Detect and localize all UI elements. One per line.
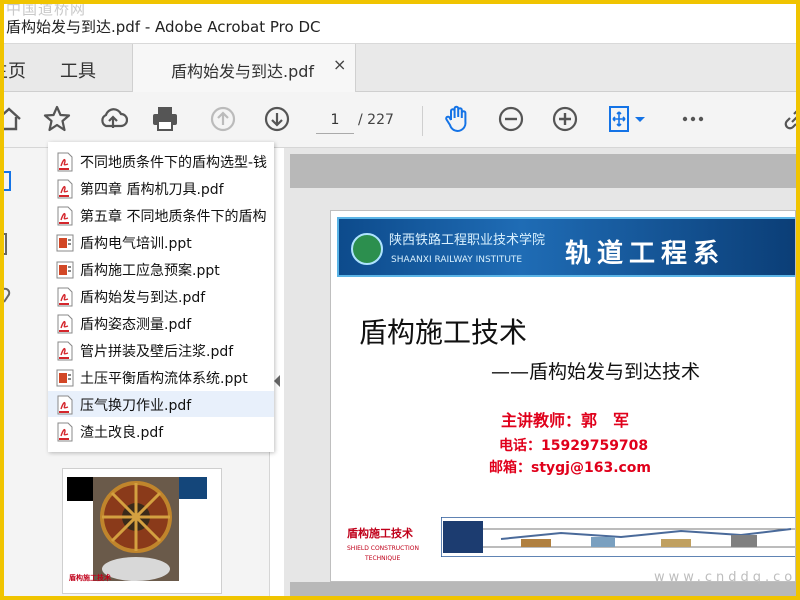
slide-title: 盾构施工技术	[359, 316, 528, 349]
slide-footer: 盾构施工技术 SHIELD CONSTRUCTION TECHNIQUE	[337, 525, 441, 579]
home-icon[interactable]	[4, 104, 24, 134]
tab-bar: 主页 工具 盾构始发与到达.pdf ×	[4, 44, 796, 92]
page-thumbnails-icon[interactable]	[4, 170, 14, 194]
banner-school-name: 陕西铁路工程职业技术学院	[389, 233, 546, 248]
file-name: 不同地质条件下的盾构选型-钱	[80, 155, 268, 171]
slide-email: 邮箱：stygj@163.com	[489, 460, 652, 476]
banner-department: 轨道工程系	[565, 239, 726, 269]
file-list-item[interactable]: 渣土改良.pdf	[48, 418, 274, 444]
file-list-item[interactable]: 第四章 盾构机刀具.pdf	[48, 175, 274, 201]
left-navigation-bar	[4, 148, 44, 596]
file-list-item[interactable]: 盾构电气培训.ppt	[48, 229, 274, 255]
file-list-item[interactable]: 盾构始发与到达.pdf	[48, 283, 274, 309]
title-bar: 盾构始发与到达.pdf - Adobe Acrobat Pro DC	[4, 4, 796, 44]
pdf-file-icon	[57, 395, 73, 415]
tab-document[interactable]: 盾构始发与到达.pdf ×	[132, 44, 356, 92]
file-list-item[interactable]: 管片拼装及壁后注浆.pdf	[48, 337, 274, 363]
footer-english-line2: TECHNIQUE	[365, 555, 401, 562]
thumbnail-caption: 盾构施工技术	[69, 574, 111, 582]
tab-home[interactable]: 主页	[4, 57, 26, 83]
page-number-input[interactable]	[316, 106, 354, 134]
acrobat-window: 盾构始发与到达.pdf - Adobe Acrobat Pro DC 中国道桥网…	[4, 4, 796, 596]
page-down-icon[interactable]	[262, 104, 292, 134]
slide-banner: 陕西铁路工程职业技术学院 SHAANXI RAILWAY INSTITUTE 轨…	[337, 217, 795, 277]
pdf-page: 陕西铁路工程职业技术学院 SHAANXI RAILWAY INSTITUTE 轨…	[330, 210, 796, 582]
attachment-panel-icon[interactable]	[4, 286, 14, 306]
ppt-file-icon	[56, 369, 74, 387]
footer-title: 盾构施工技术	[347, 527, 413, 540]
pdf-file-icon	[57, 287, 73, 307]
file-name: 管片拼装及壁后注浆.pdf	[80, 344, 234, 360]
footer-english-line1: SHIELD CONSTRUCTION	[347, 545, 420, 552]
ppt-file-icon	[56, 261, 74, 279]
print-icon[interactable]	[150, 104, 180, 134]
pdf-file-icon	[57, 314, 73, 334]
zoom-in-icon[interactable]	[550, 104, 580, 134]
watermark-bottom-right: www.cnddq.com	[654, 570, 796, 585]
file-list-item[interactable]: 第五章 不同地质条件下的盾构	[48, 202, 274, 228]
thumbnail-image-dark	[67, 477, 95, 501]
file-name: 盾构施工应急预案.ppt	[80, 263, 220, 279]
watermark-top-left: 中国道桥网	[6, 4, 87, 18]
tbm-diagram-image	[441, 517, 795, 557]
pdf-file-icon	[57, 179, 73, 199]
file-name: 盾构电气培训.ppt	[80, 236, 192, 252]
file-list-item[interactable]: 盾构施工应急预案.ppt	[48, 256, 274, 282]
page-up-icon[interactable]	[208, 104, 238, 134]
previous-page-edge	[290, 154, 796, 188]
file-list-item[interactable]: 不同地质条件下的盾构选型-钱	[48, 148, 274, 174]
file-list-item[interactable]: 盾构姿态测量.pdf	[48, 310, 274, 336]
chevron-down-icon[interactable]	[632, 104, 648, 134]
cutterhead-photo	[93, 477, 179, 581]
page-thumbnail[interactable]: 盾构施工技术	[62, 468, 222, 594]
slide-lecturer: 主讲教师：郭 军	[501, 411, 630, 430]
thumbnail-image-blue	[177, 477, 207, 499]
page-total: / 227	[358, 112, 394, 128]
ppt-file-icon	[56, 234, 74, 252]
file-name: 盾构姿态测量.pdf	[80, 317, 192, 333]
toolbar: / 227	[4, 92, 796, 148]
file-list-item[interactable]: 土压平衡盾构流体系统.ppt	[48, 364, 274, 390]
slide-phone: 电话：15929759708	[499, 438, 649, 454]
slide-subtitle: ——盾构始发与到达技术	[491, 361, 701, 383]
document-view[interactable]: 陕西铁路工程职业技术学院 SHAANXI RAILWAY INSTITUTE 轨…	[284, 148, 796, 596]
hand-icon[interactable]	[442, 104, 472, 134]
file-name: 盾构始发与到达.pdf	[80, 290, 206, 306]
recent-files-popup: 不同地质条件下的盾构选型-钱 第四章 盾构机刀具.pdf 第五章 不同地质条件下的盾…	[48, 142, 274, 452]
toolbar-divider	[422, 106, 423, 136]
file-name: 第四章 盾构机刀具.pdf	[80, 182, 224, 198]
file-name: 压气换刀作业.pdf	[80, 398, 192, 414]
pdf-file-icon	[57, 422, 73, 442]
pdf-file-icon	[57, 341, 73, 361]
bookmark-panel-icon[interactable]	[4, 232, 14, 256]
star-icon[interactable]	[42, 104, 72, 134]
more-icon[interactable]	[678, 104, 708, 134]
tab-tools[interactable]: 工具	[60, 57, 96, 83]
file-name: 土压平衡盾构流体系统.ppt	[80, 371, 248, 387]
link-icon[interactable]	[780, 104, 796, 134]
file-list-item[interactable]: 压气换刀作业.pdf	[48, 391, 274, 417]
file-name: 渣土改良.pdf	[80, 425, 164, 441]
file-name: 第五章 不同地质条件下的盾构	[80, 209, 267, 225]
school-logo-icon	[351, 233, 383, 265]
zoom-out-icon[interactable]	[496, 104, 526, 134]
close-tab-icon[interactable]: ×	[333, 55, 346, 74]
document-tab-label: 盾构始发与到达.pdf	[171, 62, 315, 81]
banner-school-english: SHAANXI RAILWAY INSTITUTE	[391, 255, 523, 265]
pdf-file-icon	[57, 152, 73, 172]
window-title: 盾构始发与到达.pdf - Adobe Acrobat Pro DC	[6, 18, 321, 36]
upload-icon[interactable]	[98, 104, 128, 134]
pdf-file-icon	[57, 206, 73, 226]
